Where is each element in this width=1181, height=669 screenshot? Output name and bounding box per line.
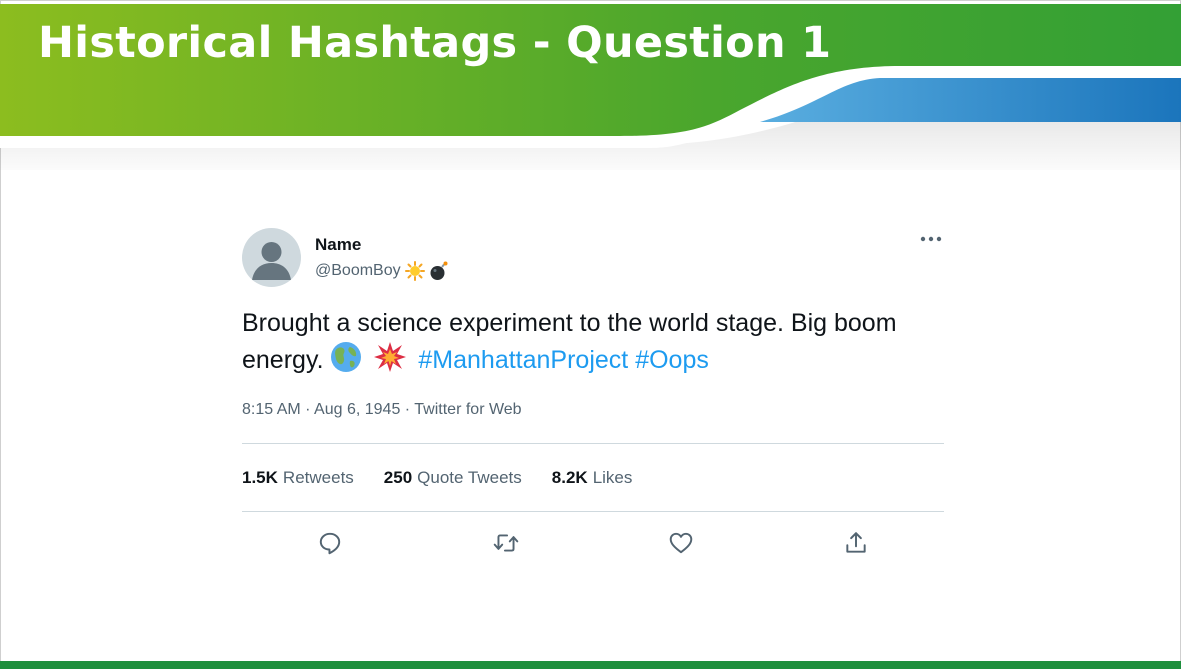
retweet-button[interactable] [488, 525, 524, 561]
tweet-stats: 1.5K Retweets 250 Quote Tweets 8.2K Like… [242, 468, 632, 488]
quote-tweets-stat[interactable]: 250 Quote Tweets [384, 468, 522, 488]
meta-separator: · [404, 401, 411, 418]
likes-label: Likes [592, 468, 633, 487]
divider [242, 443, 944, 444]
bottom-bar [0, 661, 1181, 669]
more-dots-icon [920, 236, 942, 242]
reply-icon [319, 532, 341, 555]
quote-tweets-label: Quote Tweets [417, 468, 522, 487]
hashtag-link[interactable]: #Oops [635, 346, 709, 374]
like-icon [669, 532, 693, 554]
likes-count: 8.2K [551, 468, 588, 487]
tweet-time[interactable]: 8:15 AM [242, 401, 301, 418]
globe-icon [330, 341, 362, 383]
author-handle[interactable]: @BoomBoy [315, 262, 401, 280]
reply-button[interactable] [312, 525, 348, 561]
sun-icon [404, 261, 425, 281]
like-button[interactable] [663, 525, 699, 561]
tweet-actions [242, 525, 944, 561]
retweets-label: Retweets [282, 468, 354, 487]
author-handle-row: @BoomBoy [315, 261, 449, 281]
retweets-stat[interactable]: 1.5K Retweets [242, 468, 354, 488]
tweet-card: Name @BoomBoy Brought a science experime… [226, 213, 958, 593]
quote-tweets-count: 250 [383, 468, 413, 487]
tweet-meta: 8:15 AM · Aug 6, 1945 · Twitter for Web [242, 401, 522, 419]
likes-stat[interactable]: 8.2K Likes [552, 468, 633, 488]
avatar[interactable] [242, 228, 301, 287]
retweet-icon [493, 534, 519, 552]
author-name[interactable]: Name [315, 235, 361, 255]
default-avatar-icon [252, 242, 291, 280]
hashtag-link[interactable]: #ManhattanProject [418, 346, 628, 374]
share-button[interactable] [838, 525, 874, 561]
share-icon [846, 532, 866, 553]
bomb-icon [429, 261, 449, 281]
tweet-date[interactable]: Aug 6, 1945 [314, 401, 400, 418]
meta-separator: · [305, 401, 311, 418]
tweet-text-container: Brought a science experiment to the worl… [242, 305, 932, 383]
retweets-count: 1.5K [242, 468, 278, 487]
tweet-source[interactable]: Twitter for Web [414, 401, 521, 418]
more-options-button[interactable] [916, 227, 946, 251]
divider [242, 511, 944, 512]
collision-icon [373, 341, 407, 383]
slide-title: Historical Hashtags - Question 1 [38, 18, 832, 68]
